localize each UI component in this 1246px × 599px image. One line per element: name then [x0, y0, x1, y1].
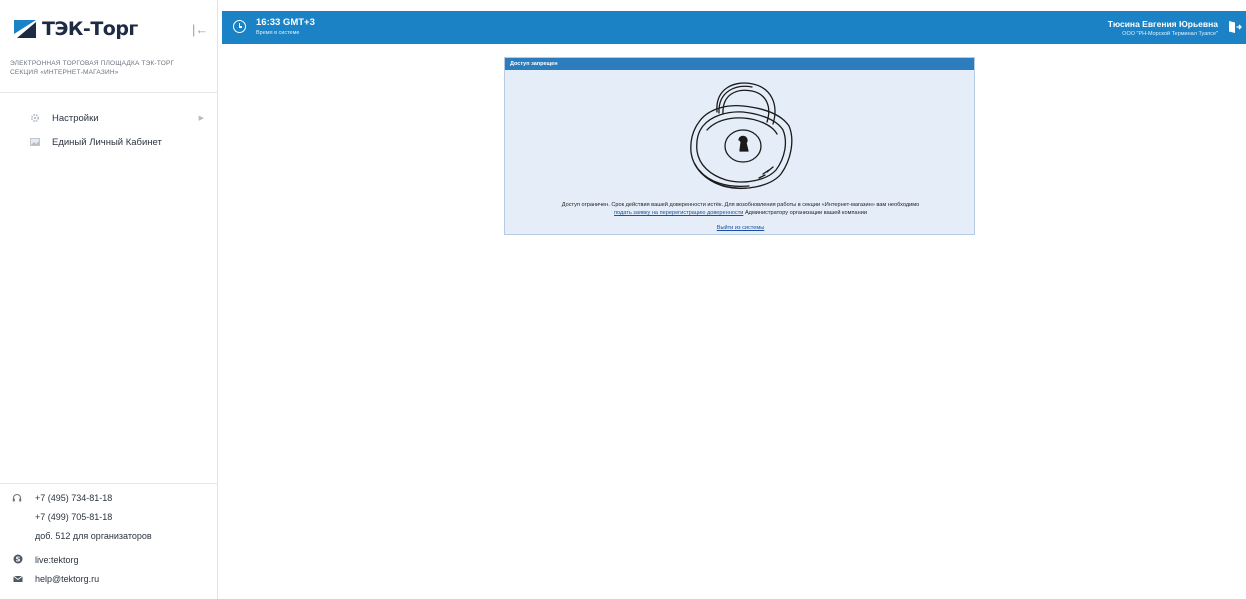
system-time: 16:33 GMT+3 — [256, 17, 315, 28]
skype-icon: S — [13, 554, 23, 564]
logo-text: ТЭК-Торг — [42, 18, 138, 40]
clock-icon — [233, 20, 246, 33]
gear-icon — [30, 113, 40, 123]
logo-icon — [14, 20, 36, 38]
top-bar: 16:33 GMT+3 Время в системе Тюсина Евген… — [222, 11, 1246, 44]
dialog-title: Доступ запрещен — [505, 58, 974, 70]
logout-link[interactable]: Выйти из системы — [505, 225, 976, 231]
sidebar-item-label: Настройки — [52, 112, 99, 124]
user-name[interactable]: Тюсина Евгения Юрьевна — [1108, 19, 1218, 29]
email-contact[interactable]: help@tektorg.ru — [35, 574, 99, 584]
headset-icon — [12, 494, 22, 502]
platform-subtitle: ЭЛЕКТРОННАЯ ТОРГОВАЯ ПЛОЩАДКА ТЭК-ТОРГ С… — [10, 59, 210, 77]
mail-icon — [13, 575, 23, 582]
chevron-right-icon: ▶ — [198, 115, 204, 122]
sidebar-item-cabinet[interactable]: Единый Личный Кабинет — [0, 130, 218, 154]
phone-1[interactable]: +7 (495) 734-81-18 — [35, 493, 112, 503]
sidebar: ТЭК-Торг |← ЭЛЕКТРОННАЯ ТОРГОВАЯ ПЛОЩАДК… — [0, 0, 218, 599]
collapse-left-icon[interactable]: |← — [192, 22, 208, 37]
reregister-link[interactable]: подать заявку на перерегистрацию доверен… — [614, 210, 743, 216]
sidebar-menu: Настройки ▶ Единый Личный Кабинет — [0, 106, 218, 154]
access-denied-dialog: Доступ запрещен Доступ ограничен. Срок д… — [504, 57, 975, 235]
padlock-icon — [690, 82, 793, 189]
system-time-label: Время в системе — [256, 30, 300, 36]
message-text-tail: Администратору организации вашей компани… — [743, 210, 867, 216]
sidebar-item-settings[interactable]: Настройки ▶ — [0, 106, 218, 130]
message-text: Доступ ограничен. Срок действия вашей до… — [561, 202, 920, 208]
user-organization: ООО "РН-Морской Терминал Туапсе" — [1122, 31, 1218, 37]
subtitle-line-2: СЕКЦИЯ «ИНТЕРНЕТ-МАГАЗИН» — [10, 69, 119, 76]
phone-ext: доб. 512 для организаторов — [35, 531, 152, 541]
phone-2[interactable]: +7 (499) 705-81-18 — [35, 512, 112, 522]
divider — [0, 483, 218, 484]
skype-contact[interactable]: live:tektorg — [35, 555, 79, 565]
subtitle-line-1: ЭЛЕКТРОННАЯ ТОРГОВАЯ ПЛОЩАДКА ТЭК-ТОРГ — [10, 60, 175, 67]
logout-icon[interactable] — [1228, 20, 1242, 34]
access-message: Доступ ограничен. Срок действия вашей до… — [505, 201, 976, 217]
divider — [0, 92, 218, 93]
cabinet-icon — [30, 138, 40, 146]
logo[interactable]: ТЭК-Торг — [14, 18, 138, 40]
svg-text:S: S — [15, 556, 20, 564]
sidebar-item-label: Единый Личный Кабинет — [52, 136, 162, 148]
